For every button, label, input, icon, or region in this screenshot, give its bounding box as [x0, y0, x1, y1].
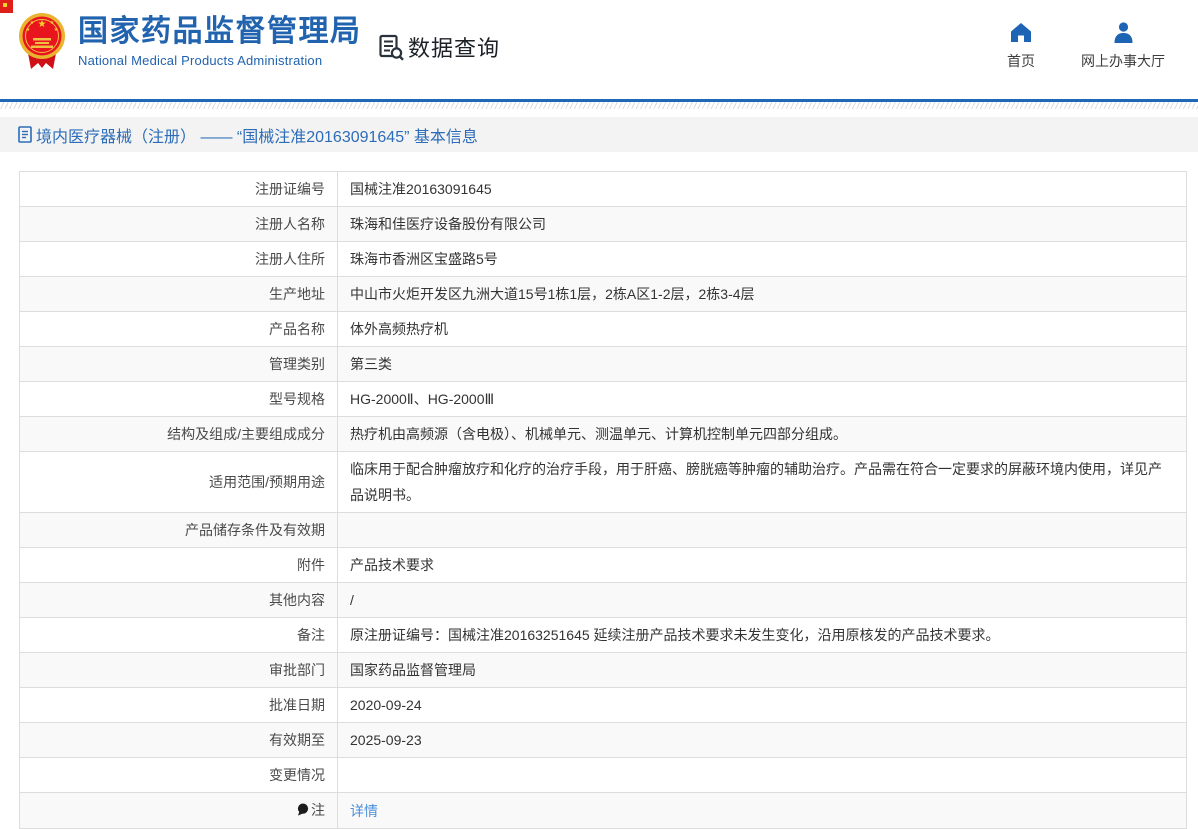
- table-row: 生产地址 中山市火炬开发区九洲大道15号1栋1层，2栋A区1-2层，2栋3-4层: [20, 277, 1187, 312]
- document-icon: [18, 126, 32, 143]
- row-label: 有效期至: [20, 723, 338, 758]
- row-label: 变更情况: [20, 758, 338, 793]
- brand-text: 国家药品监督管理局 National Medical Products Admi…: [78, 10, 362, 68]
- national-emblem-logo: ★ ★ ★ ★ ★: [18, 10, 66, 72]
- detail-link[interactable]: 详情: [350, 803, 378, 819]
- nav-item-label: 网上办事大厅: [1081, 51, 1165, 71]
- table-row: 变更情况: [20, 758, 1187, 793]
- data-query-section: 数据查询: [379, 31, 500, 63]
- row-value: 临床用于配合肿瘤放疗和化疗的治疗手段，用于肝癌、膀胱癌等肿瘤的辅助治疗。产品需在…: [338, 452, 1187, 513]
- table-row: 其他内容 /: [20, 583, 1187, 618]
- org-name-cn: 国家药品监督管理局: [78, 15, 362, 49]
- home-icon: [1010, 22, 1032, 43]
- row-label: 型号规格: [20, 382, 338, 417]
- page-header: ★ ★ ★ ★ ★ 国家药品监督管理局 National Medical Pro…: [0, 0, 1198, 99]
- svg-text:★: ★: [26, 27, 31, 33]
- row-value: HG-2000Ⅱ、HG-2000Ⅲ: [338, 382, 1187, 417]
- table-row: 注 详情: [20, 793, 1187, 829]
- table-row: 审批部门 国家药品监督管理局: [20, 653, 1187, 688]
- row-label: 注: [20, 793, 338, 829]
- svg-text:★: ★: [30, 20, 35, 26]
- hatch-texture-strip: [0, 102, 1198, 109]
- row-value: 第三类: [338, 347, 1187, 382]
- row-label: 结构及组成/主要组成成分: [20, 417, 338, 452]
- row-value: 珠海和佳医疗设备股份有限公司: [338, 207, 1187, 242]
- nav-item-label: 首页: [1007, 51, 1035, 71]
- table-row: 适用范围/预期用途 临床用于配合肿瘤放疗和化疗的治疗手段，用于肝癌、膀胱癌等肿瘤…: [20, 452, 1187, 513]
- nav-item-service-hall[interactable]: 网上办事大厅: [1081, 22, 1165, 71]
- table-row: 注册人名称 珠海和佳医疗设备股份有限公司: [20, 207, 1187, 242]
- row-label: 产品名称: [20, 312, 338, 347]
- table-row: 型号规格 HG-2000Ⅱ、HG-2000Ⅲ: [20, 382, 1187, 417]
- row-label: 产品储存条件及有效期: [20, 513, 338, 548]
- site-brand[interactable]: ★ ★ ★ ★ ★ 国家药品监督管理局 National Medical Pro…: [18, 10, 362, 72]
- row-label: 注册人住所: [20, 242, 338, 277]
- row-value: 详情: [338, 793, 1187, 829]
- row-value: [338, 758, 1187, 793]
- page-title: 境内医疗器械（注册） —— “国械注准20163091645” 基本信息: [36, 123, 478, 147]
- note-icon: [297, 798, 309, 824]
- svg-text:★: ★: [50, 20, 55, 26]
- data-query-label: 数据查询: [408, 31, 500, 63]
- row-label: 批准日期: [20, 688, 338, 723]
- nav-item-home[interactable]: 首页: [1007, 22, 1035, 71]
- row-value: 体外高频热疗机: [338, 312, 1187, 347]
- row-value: 2020-09-24: [338, 688, 1187, 723]
- registration-info-table: 注册证编号 国械注准20163091645 注册人名称 珠海和佳医疗设备股份有限…: [19, 171, 1187, 829]
- table-row: 管理类别 第三类: [20, 347, 1187, 382]
- row-value: 2025-09-23: [338, 723, 1187, 758]
- row-value: 珠海市香洲区宝盛路5号: [338, 242, 1187, 277]
- row-label: 注册证编号: [20, 172, 338, 207]
- row-value: 原注册证编号：国械注准20163251645 延续注册产品技术要求未发生变化，沿…: [338, 618, 1187, 653]
- row-label: 其他内容: [20, 583, 338, 618]
- corner-red-mark: [0, 0, 13, 13]
- row-label: 附件: [20, 548, 338, 583]
- row-value: 热疗机由高频源（含电极）、机械单元、测温单元、计算机控制单元四部分组成。: [338, 417, 1187, 452]
- table-row: 产品名称 体外高频热疗机: [20, 312, 1187, 347]
- table-row: 有效期至 2025-09-23: [20, 723, 1187, 758]
- row-value: 国械注准20163091645: [338, 172, 1187, 207]
- row-value: 中山市火炬开发区九洲大道15号1栋1层，2栋A区1-2层，2栋3-4层: [338, 277, 1187, 312]
- row-label: 注册人名称: [20, 207, 338, 242]
- table-row: 备注 原注册证编号：国械注准20163251645 延续注册产品技术要求未发生变…: [20, 618, 1187, 653]
- table-row: 结构及组成/主要组成成分 热疗机由高频源（含电极）、机械单元、测温单元、计算机控…: [20, 417, 1187, 452]
- row-label: 审批部门: [20, 653, 338, 688]
- breadcrumb-bar: 境内医疗器械（注册） —— “国械注准20163091645” 基本信息: [0, 117, 1198, 152]
- table-row: 注册人住所 珠海市香洲区宝盛路5号: [20, 242, 1187, 277]
- row-value: [338, 513, 1187, 548]
- row-label: 管理类别: [20, 347, 338, 382]
- row-value: /: [338, 583, 1187, 618]
- row-label: 适用范围/预期用途: [20, 452, 338, 513]
- table-row: 批准日期 2020-09-24: [20, 688, 1187, 723]
- org-name-en: National Medical Products Administration: [78, 53, 362, 68]
- table-row: 产品储存条件及有效期: [20, 513, 1187, 548]
- row-label: 生产地址: [20, 277, 338, 312]
- row-value: 产品技术要求: [338, 548, 1187, 583]
- row-label: 备注: [20, 618, 338, 653]
- row-value: 国家药品监督管理局: [338, 653, 1187, 688]
- person-icon: [1113, 22, 1134, 43]
- top-nav: 首页 网上办事大厅: [1007, 22, 1165, 71]
- svg-text:★: ★: [54, 27, 59, 33]
- table-row: 附件 产品技术要求: [20, 548, 1187, 583]
- document-search-icon: [379, 34, 404, 61]
- table-row: 注册证编号 国械注准20163091645: [20, 172, 1187, 207]
- svg-text:★: ★: [38, 19, 47, 30]
